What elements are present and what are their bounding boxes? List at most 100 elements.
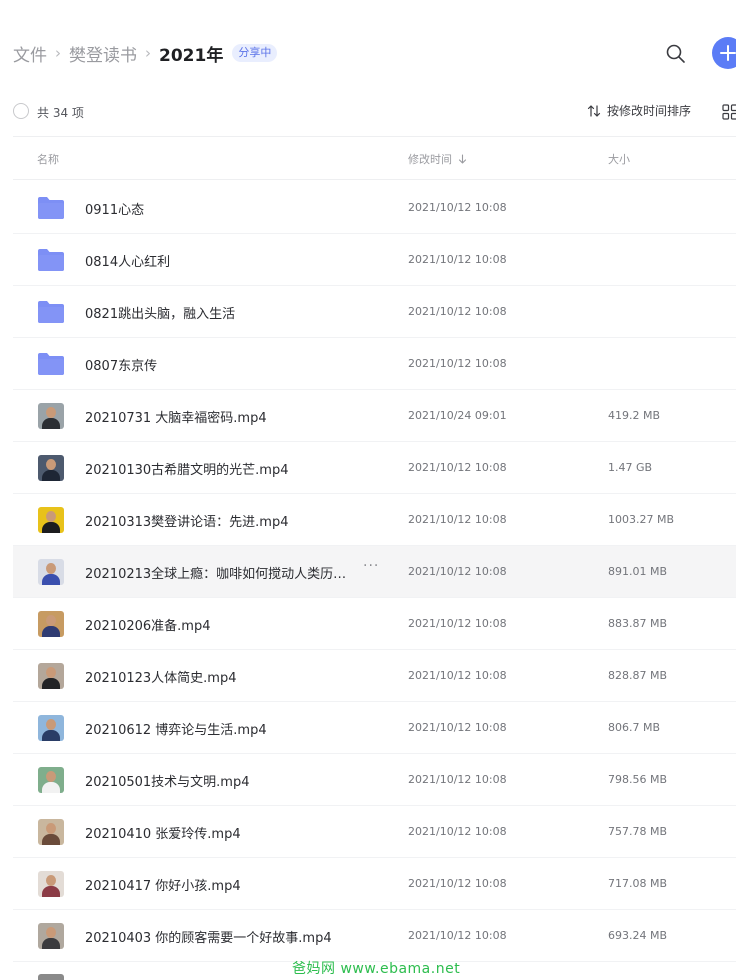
thumbnail-person-body bbox=[42, 886, 60, 897]
file-modified-time: 2021/10/12 10:08 bbox=[408, 253, 507, 266]
column-name[interactable]: 名称 bbox=[37, 151, 59, 167]
thumbnail-person-head bbox=[46, 771, 56, 782]
file-row[interactable]: 20210501技术与文明.mp4 2021/10/12 10:08 798.56 … bbox=[13, 754, 736, 806]
column-modified-time[interactable]: 修改时间 bbox=[408, 151, 467, 167]
folder-row[interactable]: 0814人心红利 2021/10/12 10:08 bbox=[13, 234, 736, 286]
file-modified-time: 2021/10/12 10:08 bbox=[408, 721, 507, 734]
file-name[interactable]: 0911心态 bbox=[85, 199, 144, 218]
video-thumbnail bbox=[38, 507, 64, 533]
plus-icon bbox=[720, 45, 736, 61]
thumbnail-person-head bbox=[46, 459, 56, 470]
breadcrumb-item-files[interactable]: 文件 bbox=[13, 41, 47, 66]
add-button[interactable] bbox=[712, 37, 736, 69]
file-name[interactable]: 0814人心红利 bbox=[85, 251, 170, 270]
file-modified-time: 2021/10/12 10:08 bbox=[408, 669, 507, 682]
page-title: 2021年 bbox=[159, 45, 224, 66]
thumbnail-person-body bbox=[42, 938, 60, 949]
thumbnail-person-head bbox=[46, 615, 56, 626]
file-modified-time: 2021/10/12 10:08 bbox=[408, 201, 507, 214]
arrow-down-icon bbox=[458, 154, 467, 164]
file-size: 806.7 MB bbox=[608, 721, 661, 734]
file-name[interactable]: 20210313樊登讲论语：先进.mp4 bbox=[85, 511, 289, 530]
file-name[interactable]: 0821跳出头脑，融入生活 bbox=[85, 303, 235, 322]
thumbnail-person-body bbox=[42, 418, 60, 429]
file-name[interactable]: 20210213全球上瘾：咖啡如何搅动人类历史.mp4 bbox=[85, 563, 353, 582]
folder-icon bbox=[38, 353, 64, 375]
file-row[interactable]: 20210403 你的顾客需要一个好故事.mp4 2021/10/12 10:08… bbox=[13, 910, 736, 962]
sort-icon bbox=[587, 104, 601, 117]
chevron-right-icon: › bbox=[145, 44, 151, 62]
file-row[interactable]: 20210731 大脑幸福密码.mp4 2021/10/24 09:01 419.2… bbox=[13, 390, 736, 442]
file-size: 798.56 MB bbox=[608, 773, 668, 786]
video-thumbnail bbox=[38, 923, 64, 949]
file-list: 0911心态 2021/10/12 10:08 0814人心红利 2021/10/12… bbox=[13, 182, 736, 962]
video-thumbnail bbox=[38, 559, 64, 585]
column-size[interactable]: 大小 bbox=[608, 151, 630, 167]
file-size: 717.08 MB bbox=[608, 877, 668, 890]
thumbnail-person-head bbox=[46, 719, 56, 730]
file-modified-time: 2021/10/12 10:08 bbox=[408, 357, 507, 370]
thumbnail-person-body bbox=[42, 626, 60, 637]
chevron-right-icon: › bbox=[55, 44, 61, 62]
folder-row[interactable]: 0807东京传 2021/10/12 10:08 bbox=[13, 338, 736, 390]
folder-row[interactable]: 0821跳出头脑，融入生活 2021/10/12 10:08 bbox=[13, 286, 736, 338]
thumbnail-person-head bbox=[46, 407, 56, 418]
more-options-icon[interactable]: ··· bbox=[363, 558, 379, 574]
file-row[interactable]: 20210123人体简史.mp4 2021/10/12 10:08 828.87 M… bbox=[13, 650, 736, 702]
file-row[interactable]: 20210213全球上瘾：咖啡如何搅动人类历史.mp4 ··· 2021/10/12… bbox=[13, 546, 736, 598]
video-thumbnail bbox=[38, 819, 64, 845]
file-modified-time: 2021/10/12 10:08 bbox=[408, 773, 507, 786]
file-size: 828.87 MB bbox=[608, 669, 668, 682]
file-name[interactable]: 20210403 你的顾客需要一个好故事.mp4 bbox=[85, 927, 332, 946]
file-name[interactable]: 20210130古希腊文明的光芒.mp4 bbox=[85, 459, 289, 478]
file-name[interactable]: 20210206准备.mp4 bbox=[85, 615, 211, 634]
grid-icon bbox=[722, 104, 736, 120]
file-name[interactable]: 20210410 张爱玲传.mp4 bbox=[85, 823, 241, 842]
video-thumbnail bbox=[38, 715, 64, 741]
folder-row[interactable]: 0911心态 2021/10/12 10:08 bbox=[13, 182, 736, 234]
file-name[interactable]: 20210501技术与文明.mp4 bbox=[85, 771, 250, 790]
thumbnail-person-head bbox=[46, 511, 56, 522]
file-name[interactable]: 0807东京传 bbox=[85, 355, 157, 374]
sort-label: 按修改时间排序 bbox=[607, 104, 692, 118]
thumbnail-person-body bbox=[42, 834, 60, 845]
folder-icon bbox=[38, 197, 64, 219]
file-row[interactable]: 20210612 博弈论与生活.mp4 2021/10/12 10:08 806.7… bbox=[13, 702, 736, 754]
file-row[interactable]: 20210206准备.mp4 2021/10/12 10:08 883.87 MB bbox=[13, 598, 736, 650]
thumbnail-person-head bbox=[46, 667, 56, 678]
file-name[interactable]: 20210731 大脑幸福密码.mp4 bbox=[85, 407, 267, 426]
search-icon bbox=[666, 44, 685, 63]
column-header: 名称 修改时间 大小 bbox=[13, 136, 736, 180]
file-row[interactable]: 20210417 你好小孩.mp4 2021/10/12 10:08 717.08 … bbox=[13, 858, 736, 910]
thumbnail-person-head bbox=[46, 927, 56, 938]
video-thumbnail bbox=[38, 455, 64, 481]
file-name[interactable]: 20210123人体简史.mp4 bbox=[85, 667, 237, 686]
thumbnail-person-head bbox=[46, 875, 56, 886]
file-size: 693.24 MB bbox=[608, 929, 668, 942]
file-modified-time: 2021/10/12 10:08 bbox=[408, 513, 507, 526]
thumbnail-person-body bbox=[42, 574, 60, 585]
grid-view-button[interactable] bbox=[722, 104, 736, 120]
breadcrumb-item-fandeng[interactable]: 樊登读书 bbox=[69, 41, 137, 66]
sort-button[interactable]: 按修改时间排序 bbox=[587, 102, 691, 119]
file-name[interactable]: 20210417 你好小孩.mp4 bbox=[85, 875, 241, 894]
video-thumbnail bbox=[38, 403, 64, 429]
file-size: 1003.27 MB bbox=[608, 513, 675, 526]
file-row[interactable]: 20210313樊登讲论语：先进.mp4 2021/10/12 10:08 1003… bbox=[13, 494, 736, 546]
file-modified-time: 2021/10/24 09:01 bbox=[408, 409, 507, 422]
video-thumbnail bbox=[38, 767, 64, 793]
file-name[interactable]: 20210612 博弈论与生活.mp4 bbox=[85, 719, 267, 738]
file-row[interactable]: 20210130古希腊文明的光芒.mp4 2021/10/12 10:08 1.47… bbox=[13, 442, 736, 494]
file-modified-time: 2021/10/12 10:08 bbox=[408, 825, 507, 838]
item-count: 共 34 项 bbox=[37, 106, 84, 120]
breadcrumb: 文件 › 樊登读书 › 2021年 分享中 bbox=[13, 41, 278, 66]
file-modified-time: 2021/10/12 10:08 bbox=[408, 929, 507, 942]
file-size: 883.87 MB bbox=[608, 617, 668, 630]
thumbnail-person-body bbox=[42, 470, 60, 481]
column-modified-time-label: 修改时间 bbox=[408, 153, 452, 166]
search-button[interactable] bbox=[664, 42, 688, 66]
video-thumbnail bbox=[38, 871, 64, 897]
thumbnail-person-body bbox=[42, 678, 60, 689]
file-row[interactable]: 20210410 张爱玲传.mp4 2021/10/12 10:08 757.78 … bbox=[13, 806, 736, 858]
select-all-checkbox[interactable] bbox=[13, 103, 29, 119]
